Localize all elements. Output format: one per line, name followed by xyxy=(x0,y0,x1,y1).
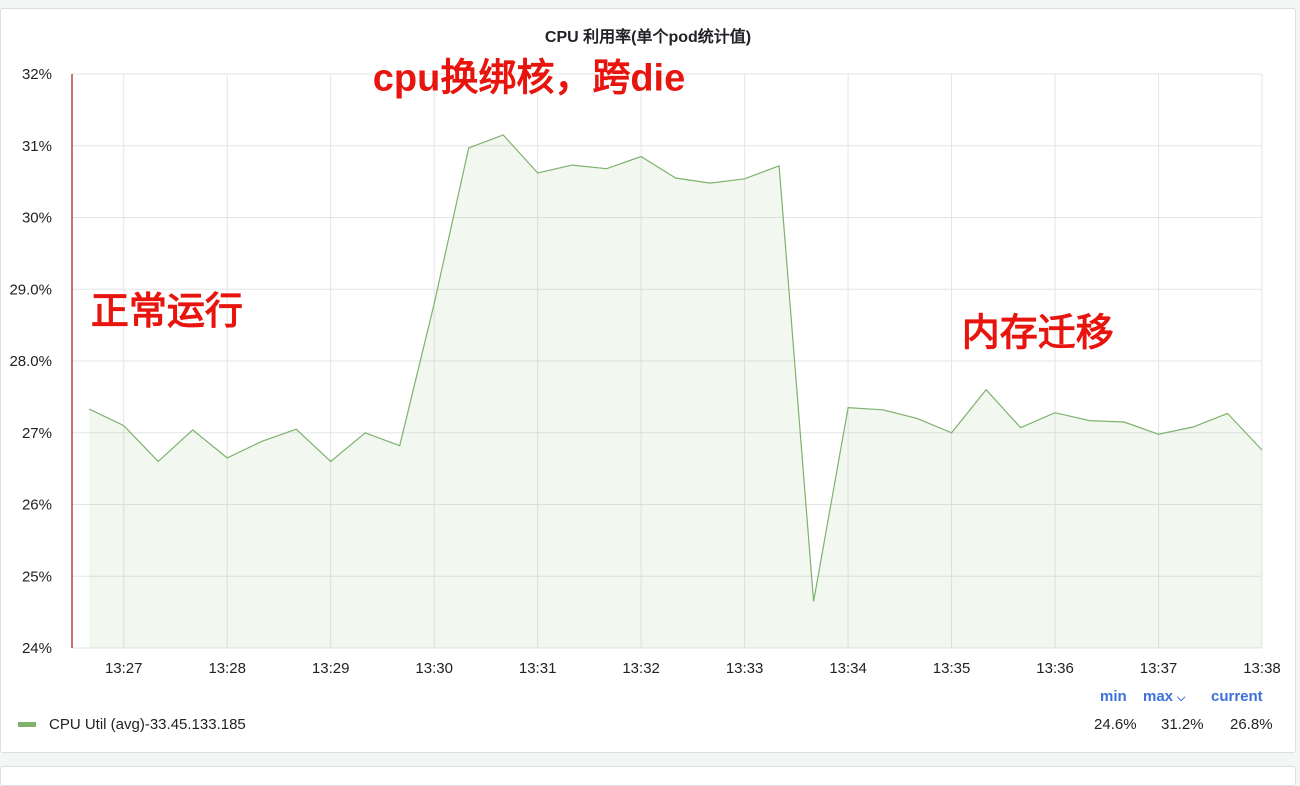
annotation-text: 正常运行 xyxy=(91,291,243,333)
x-tick-label: 13:34 xyxy=(829,660,867,677)
x-tick-label: 13:37 xyxy=(1140,660,1178,677)
chevron-down-icon: ⌵ xyxy=(1177,692,1186,704)
y-axis-ticks: 24% 25% 26% 27% 28.0% 29.0% 30% 31% 32% xyxy=(9,66,52,657)
x-tick-label: 13:29 xyxy=(312,660,350,677)
y-tick-label: 30% xyxy=(22,210,52,227)
x-tick-label: 13:31 xyxy=(519,660,557,677)
annotation-text: cpu换绑核，跨die xyxy=(373,58,685,100)
y-tick-label: 28.0% xyxy=(9,353,52,370)
x-tick-label: 13:27 xyxy=(105,660,143,677)
x-tick-label: 13:33 xyxy=(726,660,764,677)
x-axis-ticks: 13:27 13:28 13:29 13:30 13:31 13:32 13:33 13:34… xyxy=(105,660,1281,677)
cpu-util-chart: 24%25%26%27%28.0%29.0%30%31%32% 13:27 13:… xyxy=(9,58,1281,677)
y-tick-label: 25% xyxy=(22,568,52,585)
y-tick-label: 24% xyxy=(22,640,52,657)
legend-header-max-label: max xyxy=(1143,688,1174,705)
y-tick-label: 27% xyxy=(22,425,52,442)
legend-value-current: 26.8% xyxy=(1230,716,1273,733)
legend-color-swatch[interactable] xyxy=(18,722,36,727)
x-tick-label: 13:36 xyxy=(1036,660,1074,677)
legend-header-max[interactable]: max ⌵ xyxy=(1143,688,1185,705)
legend-header-min[interactable]: min xyxy=(1100,688,1127,705)
y-tick-label: 26% xyxy=(22,497,52,514)
legend-series[interactable]: CPU Util (avg)-33.45.133.185 xyxy=(18,716,246,733)
x-tick-label: 13:30 xyxy=(415,660,453,677)
x-tick-label: 13:32 xyxy=(622,660,660,677)
annotation-text: 内存迁移 xyxy=(962,312,1114,354)
x-tick-label: 13:28 xyxy=(208,660,246,677)
legend-value-max: 31.2% xyxy=(1161,716,1204,733)
x-tick-label: 13:38 xyxy=(1243,660,1281,677)
legend-header-current[interactable]: current xyxy=(1211,688,1263,705)
legend-value-min: 24.6% xyxy=(1094,716,1137,733)
legend-series-name[interactable]: CPU Util (avg)-33.45.133.185 xyxy=(49,716,246,733)
y-tick-label: 32% xyxy=(22,66,52,83)
series-area xyxy=(89,135,1263,648)
x-tick-label: 13:35 xyxy=(933,660,971,677)
series-area-fill xyxy=(89,135,1263,648)
y-tick-label: 29.0% xyxy=(9,281,52,298)
y-tick-label: 31% xyxy=(22,138,52,155)
